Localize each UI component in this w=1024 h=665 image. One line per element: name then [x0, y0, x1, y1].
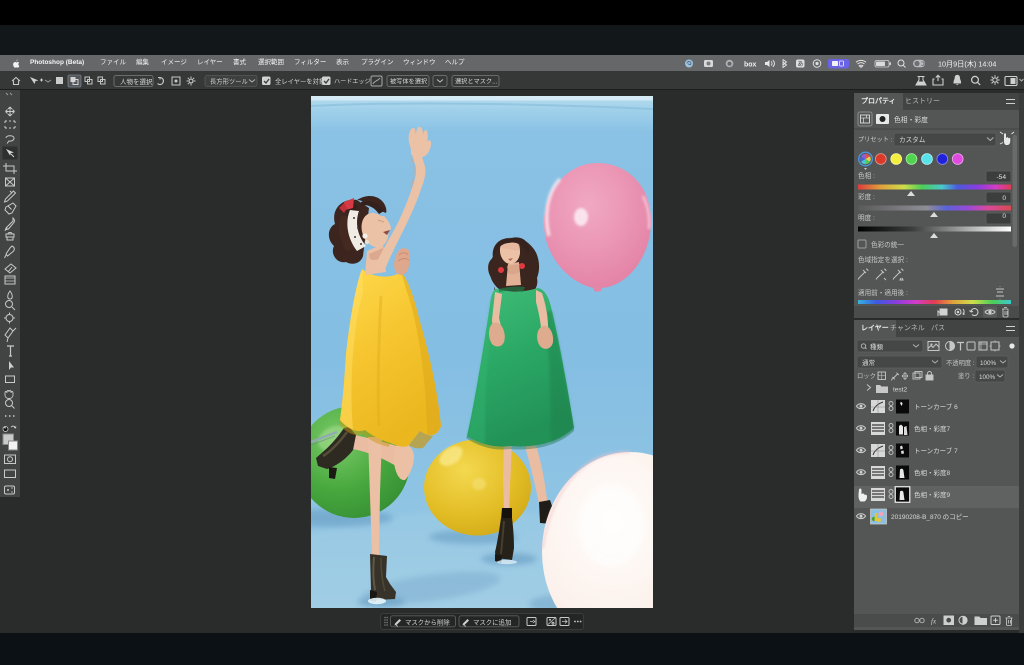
svg-text:色相・彩度7: 色相・彩度7 — [914, 424, 951, 433]
svg-text:通常: 通常 — [862, 358, 875, 367]
svg-text:あ: あ — [798, 61, 804, 68]
svg-text:トーンカーブ 7: トーンカーブ 7 — [914, 446, 958, 455]
svg-text:fx: fx — [931, 618, 937, 626]
svg-text:box: box — [744, 62, 757, 69]
svg-text:色域指定を選択 :: 色域指定を選択 : — [858, 255, 908, 264]
svg-text:20190208-B_870 のコピー: 20190208-B_870 のコピー — [891, 513, 969, 521]
svg-text:不透明度 :: 不透明度 : — [946, 358, 975, 367]
svg-text:塗り :: 塗り : — [958, 371, 974, 380]
svg-text:100%: 100% — [980, 360, 997, 367]
svg-text:被写体を選択: 被写体を選択 — [390, 78, 428, 86]
svg-text:人物を選択: 人物を選択 — [120, 77, 153, 86]
svg-text:0: 0 — [1002, 195, 1006, 202]
svg-text:明度 :: 明度 : — [858, 213, 875, 222]
svg-text:色相・彩度9: 色相・彩度9 — [914, 490, 951, 499]
svg-text:選択とマスク...: 選択とマスク... — [455, 78, 498, 86]
svg-text:ロック :: ロック : — [857, 372, 880, 380]
svg-text:プリセット :: プリセット : — [858, 137, 893, 144]
svg-text:彩度 :: 彩度 : — [858, 192, 875, 201]
svg-text:ハードエッジ: ハードエッジ — [334, 79, 371, 86]
svg-text:test2: test2 — [893, 387, 907, 394]
svg-text:色相・彩度8: 色相・彩度8 — [914, 468, 951, 477]
svg-text:カスタム: カスタム — [899, 135, 926, 144]
svg-text:色相・彩度: 色相・彩度 — [894, 115, 928, 124]
svg-text:トーンカーブ 6: トーンカーブ 6 — [914, 402, 958, 411]
svg-text:-54: -54 — [996, 174, 1006, 181]
svg-text:0: 0 — [1002, 213, 1006, 220]
svg-text:長方形ツール: 長方形ツール — [210, 77, 248, 86]
svg-text:マスクから削除: マスクから削除 — [405, 618, 450, 627]
svg-text:色彩の統一: 色彩の統一 — [871, 240, 904, 249]
svg-text:適用前・適用後 :: 適用前・適用後 : — [858, 288, 908, 297]
svg-text:10月9日(木) 14:04: 10月9日(木) 14:04 — [938, 60, 996, 69]
svg-text:色相 :: 色相 : — [858, 171, 875, 180]
svg-text:種類: 種類 — [870, 342, 884, 351]
svg-text:マスクに追加: マスクに追加 — [473, 618, 511, 627]
svg-text:全レイヤーを対象: 全レイヤーを対象 — [275, 77, 325, 86]
svg-text:100%: 100% — [979, 374, 996, 381]
